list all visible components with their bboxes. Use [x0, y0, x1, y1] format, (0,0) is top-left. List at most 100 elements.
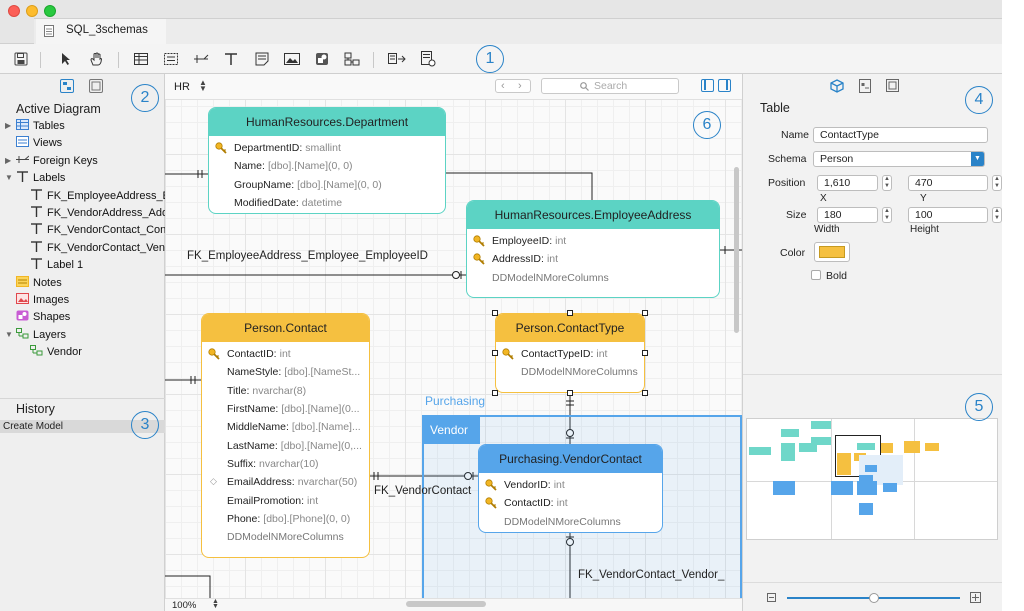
tree-item[interactable]: Notes	[16, 275, 165, 292]
pan-tool-button[interactable]	[86, 49, 106, 69]
zoom-stepper-icon[interactable]: ▲ ▼	[212, 598, 219, 610]
entity-column-row[interactable]: Title: nvarchar(8)	[202, 382, 369, 400]
tree-item[interactable]: FK_VendorAddress_Add...	[30, 206, 165, 222]
tree-expander-icon[interactable]: ▼	[5, 173, 13, 182]
selection-handle[interactable]	[492, 390, 498, 396]
name-field[interactable]: ContactType	[813, 127, 988, 143]
tree-item[interactable]: Labels	[16, 171, 165, 187]
vertical-scrollbar[interactable]	[734, 167, 739, 333]
selection-handle[interactable]	[642, 310, 648, 316]
layout-button[interactable]	[418, 49, 438, 69]
diagram-canvas[interactable]: Vendor Purchasing HumanResources.Departmen…	[165, 74, 742, 598]
diagram-tab-button[interactable]	[60, 79, 74, 93]
toggle-left-panel-button[interactable]	[701, 79, 714, 92]
add-relation-button[interactable]	[191, 49, 211, 69]
entity-header[interactable]: Person.ContactType	[496, 314, 644, 342]
color-well[interactable]	[814, 242, 850, 262]
position-y-stepper[interactable]: ▲ ▼	[992, 175, 1002, 191]
height-field[interactable]: 100	[908, 207, 988, 223]
selection-handle[interactable]	[492, 350, 498, 356]
position-x-stepper[interactable]: ▲ ▼	[882, 175, 892, 191]
add-layer-button[interactable]	[342, 49, 362, 69]
add-note-button[interactable]	[252, 49, 272, 69]
tree-item[interactable]: Images	[16, 293, 165, 309]
schema-filter-select[interactable]: HR	[174, 81, 190, 93]
model-tab-button[interactable]	[89, 79, 103, 93]
selection-handle[interactable]	[492, 310, 498, 316]
position-y-field[interactable]: 470	[908, 175, 988, 191]
tree-item[interactable]: Foreign Keys	[16, 154, 165, 170]
relationship-line[interactable]	[446, 172, 593, 200]
save-button[interactable]	[11, 49, 31, 69]
entity-header[interactable]: HumanResources.Department	[209, 108, 445, 136]
entity-contact-type[interactable]: Person.ContactType ContactTypeID: int DDMod…	[495, 313, 645, 393]
entity-employee-address[interactable]: HumanResources.EmployeeAddress EmployeeID…	[466, 200, 720, 298]
minimize-window-button[interactable]	[26, 5, 38, 17]
entity-column-row[interactable]: ◇ EmailAddress: nvarchar(50)	[202, 473, 369, 491]
tree-item[interactable]: FK_VendorContact_Ven...	[30, 241, 165, 257]
selection-handle[interactable]	[567, 310, 573, 316]
zoom-in-icon[interactable]	[970, 592, 981, 603]
relationship-line[interactable]	[165, 575, 211, 598]
close-window-button[interactable]	[8, 5, 20, 17]
schema-select[interactable]: Person ▼	[813, 151, 985, 167]
tree-item[interactable]: Views	[16, 136, 165, 152]
zoom-out-icon[interactable]	[767, 593, 776, 602]
entity-column-row[interactable]: Name: [dbo].[Name](0, 0)	[209, 157, 445, 175]
entity-column-row[interactable]: VendorID: int	[479, 476, 662, 494]
tree-item[interactable]: Shapes	[16, 310, 165, 326]
entity-column-row[interactable]: MiddleName: [dbo].[Name]...	[202, 418, 369, 436]
tree-expander-icon[interactable]: ▶	[5, 156, 11, 165]
add-image-button[interactable]	[282, 49, 302, 69]
add-view-button[interactable]	[161, 49, 181, 69]
entity-column-row[interactable]: LastName: [dbo].[Name](0,...	[202, 436, 369, 454]
entity-header[interactable]: Person.Contact	[202, 314, 369, 342]
position-x-field[interactable]: 1,610	[817, 175, 878, 191]
entity-column-row[interactable]: Phone: [dbo].[Phone](0, 0)	[202, 510, 369, 528]
back-button[interactable]: ‹	[501, 80, 505, 92]
width-field[interactable]: 180	[817, 207, 878, 223]
entity-header[interactable]: Purchasing.VendorContact	[479, 445, 662, 473]
entity-contact[interactable]: Person.Contact ContactID: int NameStyle: [db…	[201, 313, 370, 558]
entity-column-row[interactable]: ContactTypeID: int	[496, 345, 644, 363]
fk-employee-label[interactable]: FK_EmployeeAddress_Employee_EmployeeID	[187, 250, 428, 262]
toggle-right-panel-button[interactable]	[718, 79, 731, 92]
select-tool-button[interactable]	[56, 49, 76, 69]
add-label-button[interactable]	[221, 49, 241, 69]
bold-checkbox[interactable]	[811, 270, 821, 280]
tree-item[interactable]: Vendor	[30, 345, 165, 361]
entity-header[interactable]: HumanResources.EmployeeAddress	[467, 201, 719, 229]
entity-column-row[interactable]: GroupName: [dbo].[Name](0, 0)	[209, 176, 445, 194]
entity-column-row[interactable]: ModifiedDate: datetime	[209, 194, 445, 212]
tree-item[interactable]: FK_VendorContact_Con...	[30, 223, 165, 239]
height-stepper[interactable]: ▲ ▼	[992, 207, 1002, 223]
add-table-button[interactable]	[131, 49, 151, 69]
table-inspector-icon[interactable]	[830, 79, 844, 93]
add-shape-button[interactable]	[312, 49, 332, 69]
image-inspector-icon[interactable]	[886, 79, 899, 92]
entity-department[interactable]: HumanResources.Department DepartmentID: sm…	[208, 107, 446, 214]
entity-column-row[interactable]: NameStyle: [dbo].[NameSt...	[202, 363, 369, 381]
selection-handle[interactable]	[642, 350, 648, 356]
width-stepper[interactable]: ▲ ▼	[882, 207, 892, 223]
zoom-level[interactable]: 100%	[172, 600, 196, 611]
minimap[interactable]	[746, 418, 998, 540]
entity-column-row[interactable]: AddressID: int	[467, 250, 719, 268]
tree-expander-icon[interactable]: ▶	[5, 121, 11, 130]
vendor-layer-tab[interactable]: Vendor	[424, 417, 480, 444]
entity-column-row[interactable]: ContactID: int	[479, 494, 662, 512]
entity-vendor-contact[interactable]: Purchasing.VendorContact VendorID: int Cont…	[478, 444, 663, 533]
tree-item[interactable]: Layers	[16, 327, 165, 344]
entity-column-row[interactable]: DepartmentID: smallint	[209, 139, 445, 157]
generate-sql-button[interactable]	[387, 49, 407, 69]
fk-vendorcontact-vendor-label[interactable]: FK_VendorContact_Vendor_	[578, 569, 724, 581]
tree-item[interactable]: FK_EmployeeAddress_E...	[30, 188, 165, 205]
selection-handle[interactable]	[642, 390, 648, 396]
tree-expander-icon[interactable]: ▼	[5, 330, 13, 339]
horizontal-scrollbar[interactable]	[406, 601, 486, 607]
document-inspector-icon[interactable]	[859, 79, 871, 93]
entity-column-row[interactable]: EmailPromotion: int	[202, 491, 369, 509]
entity-column-row[interactable]: FirstName: [dbo].[Name](0...	[202, 400, 369, 418]
entity-column-row[interactable]: EmployeeID: int	[467, 232, 719, 250]
search-input[interactable]: Search	[541, 78, 679, 94]
